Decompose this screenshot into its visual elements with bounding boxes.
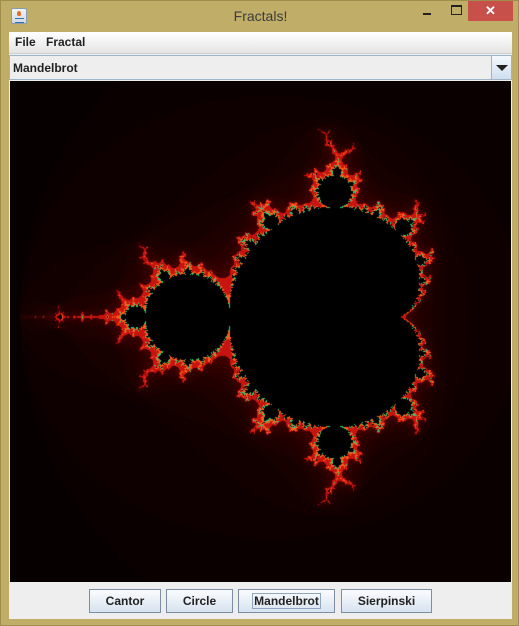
content-pane: File Fractal Mandelbrot Cantor Circle Ma…	[9, 32, 512, 619]
close-icon: ✕	[485, 3, 496, 18]
app-window: Fractals! ✕ File Fractal Mandelbrot Cant…	[0, 0, 519, 626]
minimize-button[interactable]	[414, 1, 440, 21]
close-button[interactable]: ✕	[468, 1, 513, 21]
menu-fractal[interactable]: Fractal	[46, 35, 85, 49]
circle-button[interactable]: Circle	[166, 589, 233, 613]
maximize-button[interactable]	[442, 1, 469, 21]
fractal-selector-value: Mandelbrot	[13, 61, 78, 75]
fractal-selector[interactable]: Mandelbrot	[9, 55, 512, 80]
menu-file[interactable]: File	[15, 35, 36, 49]
button-bar: Cantor Circle Mandelbrot Sierpinski	[9, 582, 512, 619]
menu-bar: File Fractal	[9, 32, 512, 54]
cantor-button[interactable]: Cantor	[89, 589, 161, 613]
dropdown-arrow-button[interactable]	[491, 56, 511, 79]
mandelbrot-canvas[interactable]	[10, 81, 511, 582]
sierpinski-button[interactable]: Sierpinski	[341, 589, 432, 613]
fractal-canvas-panel[interactable]	[10, 81, 511, 582]
mandelbrot-button[interactable]: Mandelbrot	[238, 589, 335, 613]
title-bar[interactable]: Fractals! ✕	[1, 1, 519, 32]
